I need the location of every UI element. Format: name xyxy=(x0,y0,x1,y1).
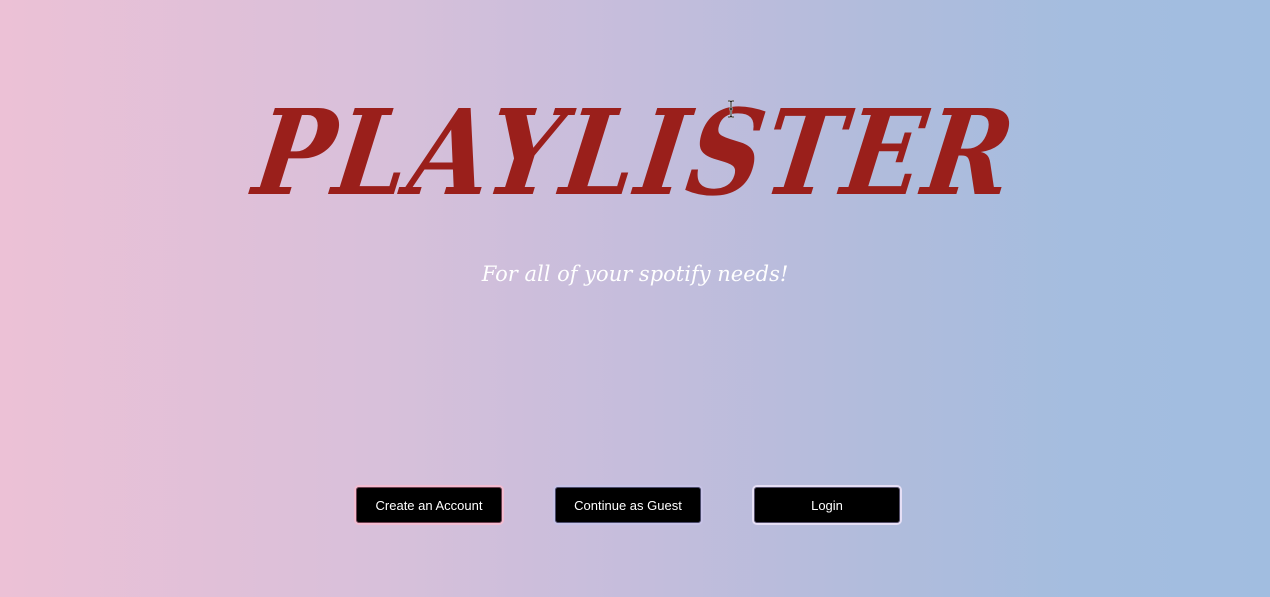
app-tagline: For all of your spotify needs! xyxy=(481,262,789,286)
login-button[interactable]: Login xyxy=(752,485,902,525)
continue-as-guest-button[interactable]: Continue as Guest xyxy=(553,485,703,525)
text-cursor-icon xyxy=(728,100,734,118)
create-account-button[interactable]: Create an Account xyxy=(354,485,504,525)
app-title: PLAYLISTER xyxy=(246,83,1024,222)
